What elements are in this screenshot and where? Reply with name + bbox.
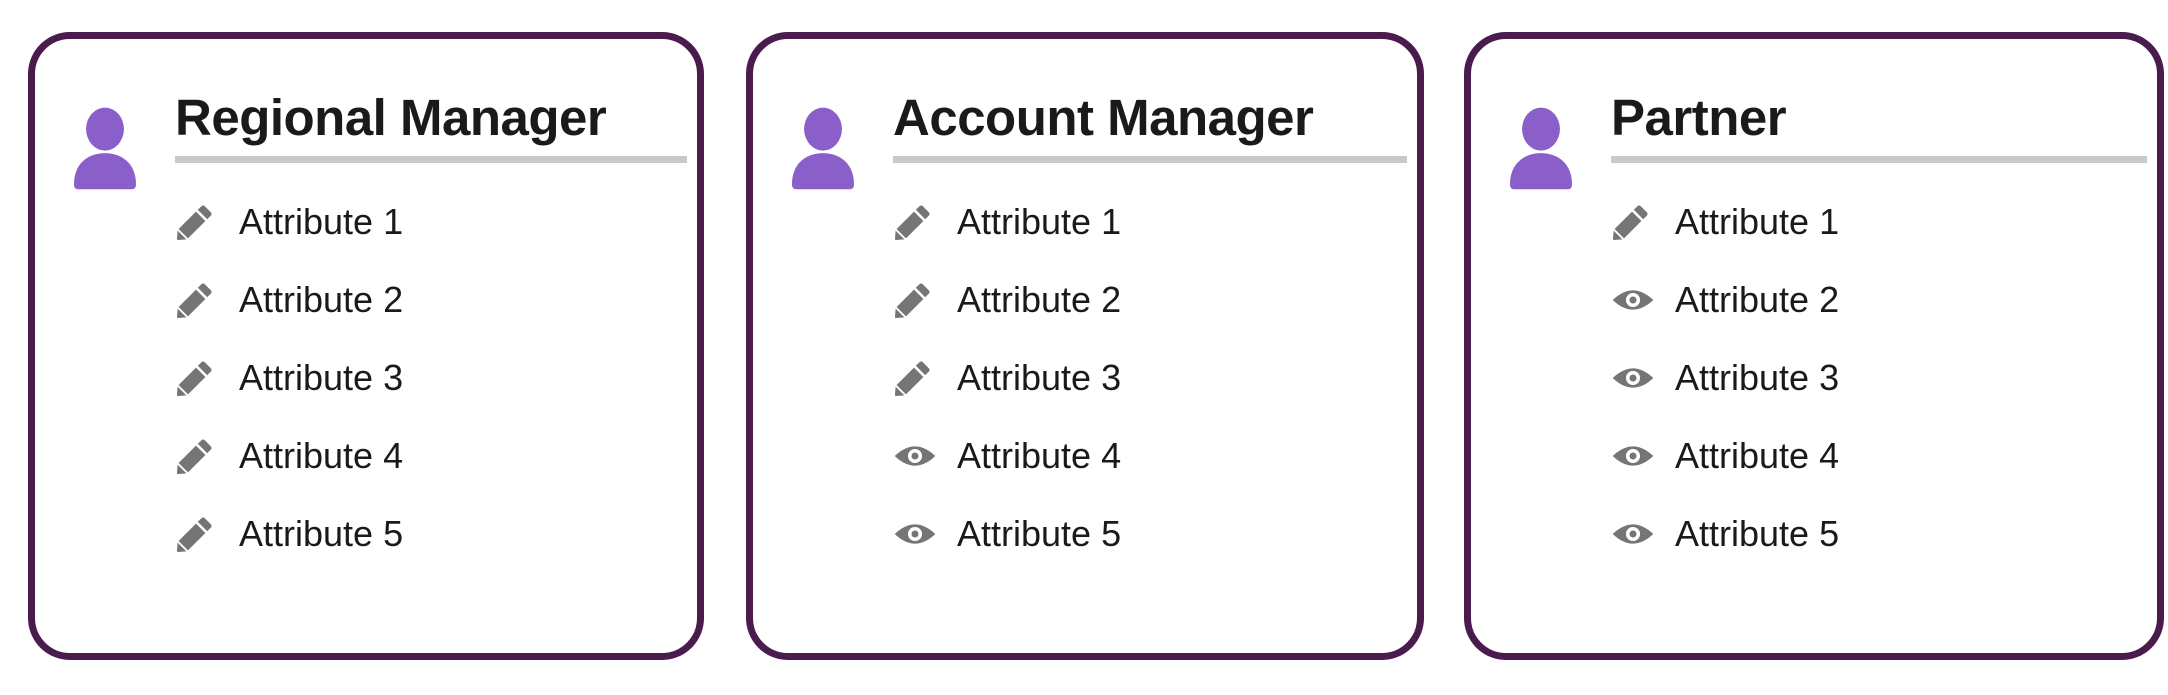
attribute-row[interactable]: Attribute 4 [175, 427, 687, 484]
pencil-icon [1611, 202, 1661, 242]
attribute-label: Attribute 1 [1675, 200, 1840, 242]
eye-icon [1611, 514, 1661, 554]
attribute-row[interactable]: Attribute 2 [1611, 271, 2147, 328]
attribute-row[interactable]: Attribute 1 [175, 193, 687, 250]
attribute-label: Attribute 5 [957, 512, 1122, 554]
attribute-label: Attribute 1 [239, 200, 404, 242]
person-icon [62, 105, 148, 191]
attribute-row[interactable]: Attribute 5 [893, 505, 1407, 562]
eye-icon [893, 514, 943, 554]
pencil-icon [175, 358, 225, 398]
eye-icon [893, 436, 943, 476]
attribute-label: Attribute 5 [239, 512, 404, 554]
card-content: Regional Manager Attribute 1 Attribute 2 At… [175, 39, 697, 562]
attribute-row[interactable]: Attribute 1 [1611, 193, 2147, 250]
attribute-label: Attribute 5 [1675, 512, 1840, 554]
attribute-row[interactable]: Attribute 2 [175, 271, 687, 328]
attribute-row[interactable]: Attribute 3 [175, 349, 687, 406]
role-card[interactable]: Account Manager Attribute 1 Attribute 2 Att… [746, 32, 1424, 660]
pencil-icon [175, 202, 225, 242]
pencil-icon [893, 280, 943, 320]
title-divider [893, 156, 1407, 164]
attribute-list: Attribute 1 Attribute 2 Attribute 3 Attribu… [1611, 163, 2147, 562]
eye-icon [1611, 280, 1661, 320]
pencil-icon [175, 280, 225, 320]
attribute-label: Attribute 4 [957, 434, 1122, 476]
attribute-list: Attribute 1 Attribute 2 Attribute 3 Attribu… [893, 163, 1407, 562]
attribute-label: Attribute 2 [957, 278, 1122, 320]
title-divider [175, 156, 687, 164]
role-card[interactable]: Regional Manager Attribute 1 Attribute 2 At… [28, 32, 704, 660]
attribute-label: Attribute 4 [239, 434, 404, 476]
eye-icon [1611, 436, 1661, 476]
role-title: Partner [1611, 89, 1787, 146]
person-icon [1498, 105, 1584, 191]
attribute-label: Attribute 1 [957, 200, 1122, 242]
attribute-row[interactable]: Attribute 1 [893, 193, 1407, 250]
pencil-icon [175, 436, 225, 476]
attribute-label: Attribute 4 [1675, 434, 1840, 476]
role-title: Regional Manager [175, 89, 607, 146]
pencil-icon [893, 202, 943, 242]
attribute-row[interactable]: Attribute 3 [1611, 349, 2147, 406]
avatar-column [1471, 39, 1611, 191]
eye-icon [1611, 358, 1661, 398]
attribute-row[interactable]: Attribute 2 [893, 271, 1407, 328]
role-card[interactable]: Partner Attribute 1 Attribute 2 Attribute 3… [1464, 32, 2164, 660]
attribute-label: Attribute 3 [239, 356, 404, 398]
role-permission-cards-board: Regional Manager Attribute 1 Attribute 2 At… [0, 0, 2168, 695]
attribute-row[interactable]: Attribute 5 [175, 505, 687, 562]
avatar-column [753, 39, 893, 191]
attribute-label: Attribute 3 [957, 356, 1122, 398]
pencil-icon [893, 358, 943, 398]
card-content: Partner Attribute 1 Attribute 2 Attribute 3… [1611, 39, 2157, 562]
attribute-label: Attribute 2 [239, 278, 404, 320]
role-title: Account Manager [893, 89, 1314, 146]
attribute-row[interactable]: Attribute 5 [1611, 505, 2147, 562]
card-content: Account Manager Attribute 1 Attribute 2 Att… [893, 39, 1417, 562]
person-icon [780, 105, 866, 191]
attribute-list: Attribute 1 Attribute 2 Attribute 3 Attribu… [175, 163, 687, 562]
attribute-label: Attribute 3 [1675, 356, 1840, 398]
title-divider [1611, 156, 2147, 164]
attribute-row[interactable]: Attribute 4 [1611, 427, 2147, 484]
pencil-icon [175, 514, 225, 554]
avatar-column [35, 39, 175, 191]
attribute-row[interactable]: Attribute 3 [893, 349, 1407, 406]
attribute-row[interactable]: Attribute 4 [893, 427, 1407, 484]
attribute-label: Attribute 2 [1675, 278, 1840, 320]
